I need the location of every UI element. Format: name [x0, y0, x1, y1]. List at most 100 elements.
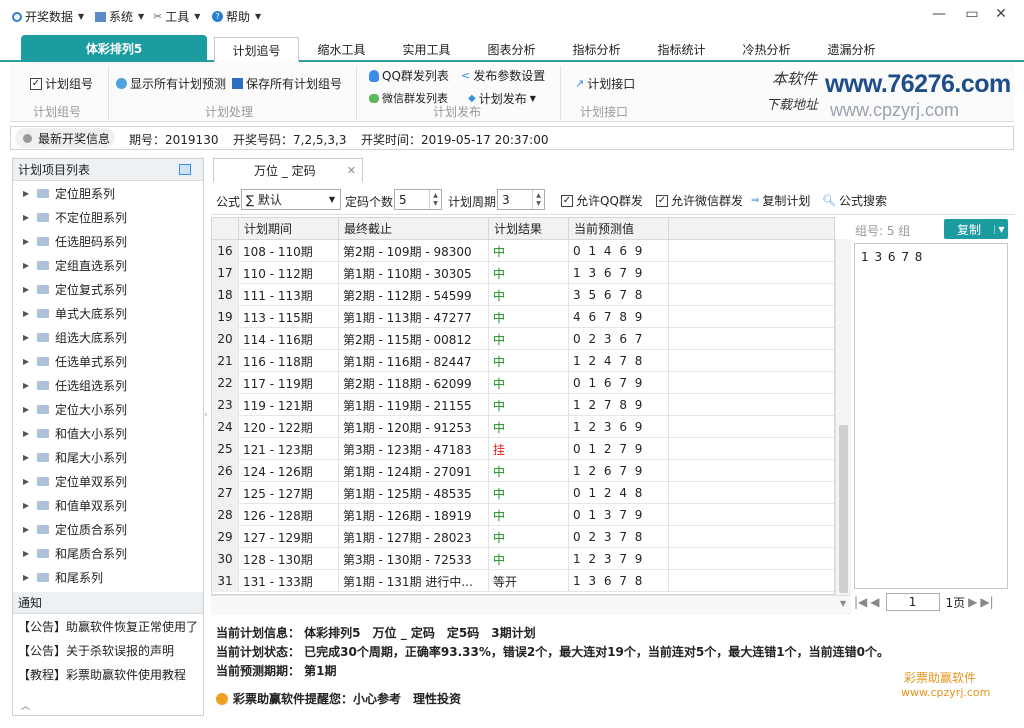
- chevron-right-icon[interactable]: ▶: [23, 357, 31, 366]
- table-header-result[interactable]: 计划结果: [489, 218, 569, 240]
- minimize-button[interactable]: —: [925, 4, 953, 24]
- table-row[interactable]: 20 114 - 116期 第2期 - 115期 - 00812 中 0 2 3 6 7: [212, 328, 834, 350]
- allow-wechat-checkbox[interactable]: ✓ 允许微信群发: [656, 192, 743, 209]
- app-tab[interactable]: 体彩排列5: [21, 35, 207, 62]
- chevron-right-icon[interactable]: ▶: [23, 333, 31, 342]
- prev-page-icon[interactable]: ◀: [870, 595, 879, 609]
- tab-indicator-analysis[interactable]: 指标分析: [554, 37, 639, 62]
- table-row[interactable]: 27 125 - 127期 第1期 - 125期 - 48535 中 0 1 2 4 8: [212, 482, 834, 504]
- chevron-right-icon[interactable]: ▶: [23, 381, 31, 390]
- chevron-down-icon[interactable]: ▼: [994, 224, 1008, 234]
- tree-item[interactable]: ▶ 和值单双系列: [13, 493, 203, 517]
- tree-item[interactable]: ▶ 任选胆码系列: [13, 229, 203, 253]
- show-all-predictions-button[interactable]: 显示所有计划预测: [116, 75, 226, 92]
- table-row[interactable]: 25 121 - 123期 第3期 - 123期 - 47183 挂 0 1 2 7 9: [212, 438, 834, 460]
- table-row[interactable]: 23 119 - 121期 第1期 - 119期 - 21155 中 1 2 7 8 9: [212, 394, 834, 416]
- chevron-right-icon[interactable]: ▶: [23, 213, 31, 222]
- period-stepper[interactable]: 3 ▲ ▼: [497, 189, 545, 210]
- table-header-period[interactable]: 计划期间: [239, 218, 339, 240]
- last-page-icon[interactable]: ▶|: [980, 595, 993, 609]
- collapse-left-icon[interactable]: ‹: [204, 410, 208, 420]
- tree-item[interactable]: ▶ 任选单式系列: [13, 349, 203, 373]
- tree-item[interactable]: ▶ 定组直选系列: [13, 253, 203, 277]
- plan-api-button[interactable]: ↗ 计划接口: [575, 75, 635, 92]
- copy-button[interactable]: 复制 ▼: [944, 219, 1008, 239]
- chevron-right-icon[interactable]: ▶: [23, 501, 31, 510]
- tree-item[interactable]: ▶ 定位胆系列: [13, 181, 203, 205]
- menu-help[interactable]: ? 帮助 ▼: [212, 8, 261, 25]
- table-row[interactable]: 19 113 - 115期 第1期 - 113期 - 47277 中 4 6 7 8 9: [212, 306, 834, 328]
- table-row[interactable]: 18 111 - 113期 第2期 - 112期 - 54599 中 3 5 6 7 8: [212, 284, 834, 306]
- tree-item[interactable]: ▶ 和尾大小系列: [13, 445, 203, 469]
- next-page-icon[interactable]: ▶: [968, 595, 977, 609]
- chevron-right-icon[interactable]: ▶: [23, 525, 31, 534]
- result-textarea[interactable]: 1 3 6 7 8: [854, 243, 1008, 589]
- vertical-scrollbar[interactable]: [835, 239, 851, 595]
- table-row[interactable]: 17 110 - 112期 第1期 - 110期 - 30305 中 1 3 6 7 9: [212, 262, 834, 284]
- table-row[interactable]: 30 128 - 130期 第3期 - 130期 - 72533 中 1 2 3 7 9: [212, 548, 834, 570]
- close-icon[interactable]: ✕: [347, 164, 356, 177]
- tree-item[interactable]: ▶ 定位大小系列: [13, 397, 203, 421]
- table-row[interactable]: 24 120 - 122期 第1期 - 120期 - 91253 中 1 2 3 6 9: [212, 416, 834, 438]
- tree-item[interactable]: ▶ 和尾系列: [13, 565, 203, 589]
- table-row[interactable]: 31 131 - 133期 第1期 - 131期 进行中... 等开 1 3 6 7 8: [212, 570, 834, 592]
- maximize-button[interactable]: ▭: [958, 4, 986, 24]
- chevron-right-icon[interactable]: ▶: [23, 573, 31, 582]
- chevron-right-icon[interactable]: ▶: [23, 309, 31, 318]
- chevron-right-icon[interactable]: ▶: [23, 405, 31, 414]
- formula-select[interactable]: ∑ 默认 ▼: [241, 189, 341, 210]
- chevron-right-icon[interactable]: ▶: [23, 285, 31, 294]
- table-row[interactable]: 29 127 - 129期 第1期 - 127期 - 28023 中 0 2 3 7 8: [212, 526, 834, 548]
- chevron-right-icon[interactable]: ▶: [23, 477, 31, 486]
- restore-window-icon[interactable]: [179, 164, 191, 175]
- chevron-right-icon[interactable]: ▶: [23, 549, 31, 558]
- first-page-icon[interactable]: |◀: [854, 595, 867, 609]
- formula-search-button[interactable]: 🔍︎ 公式搜索: [822, 192, 887, 209]
- chevron-right-icon[interactable]: ▶: [23, 429, 31, 438]
- chevron-right-icon[interactable]: ▶: [23, 453, 31, 462]
- publish-params-button[interactable]: < 发布参数设置: [461, 67, 545, 84]
- menu-lottery-data[interactable]: 开奖数据 ▼: [12, 8, 84, 25]
- tree-item[interactable]: ▶ 单式大底系列: [13, 301, 203, 325]
- stepper-arrows[interactable]: ▲ ▼: [429, 190, 441, 209]
- tab-chart-analysis[interactable]: 图表分析: [469, 37, 554, 62]
- tab-indicator-stats[interactable]: 指标统计: [639, 37, 724, 62]
- notice-item[interactable]: 【公告】助赢软件恢复正常使用了: [13, 614, 203, 638]
- save-all-groups-button[interactable]: 保存所有计划组号: [232, 75, 342, 92]
- scroll-down-icon[interactable]: ▼: [840, 599, 846, 608]
- doc-tab-wanwei[interactable]: 万位 _ 定码 ✕: [213, 158, 363, 182]
- chevron-right-icon[interactable]: ▶: [23, 237, 31, 246]
- table-row[interactable]: 16 108 - 110期 第2期 - 109期 - 98300 中 0 1 4 6 9: [212, 240, 834, 262]
- table-row[interactable]: 21 116 - 118期 第1期 - 116期 - 82447 中 1 2 4 7 8: [212, 350, 834, 372]
- stepper-arrows[interactable]: ▲ ▼: [532, 190, 544, 209]
- tab-omission-analysis[interactable]: 遗漏分析: [809, 37, 894, 62]
- table-row[interactable]: 28 126 - 128期 第1期 - 126期 - 18919 中 0 1 3 7 9: [212, 504, 834, 526]
- tree-item[interactable]: ▶ 组选大底系列: [13, 325, 203, 349]
- copy-plan-button[interactable]: ⇒ 复制计划: [751, 192, 810, 209]
- tab-utility-tools[interactable]: 实用工具: [384, 37, 469, 62]
- notice-item[interactable]: 【教程】彩票助赢软件使用教程: [13, 662, 203, 686]
- menu-system[interactable]: 系统 ▼: [95, 8, 144, 25]
- tab-shrink-tools[interactable]: 缩水工具: [299, 37, 384, 62]
- close-button[interactable]: ✕: [987, 4, 1015, 24]
- plan-group-checkbox[interactable]: ✓ 计划组号: [30, 75, 93, 92]
- horizontal-scrollbar[interactable]: ▼: [211, 595, 851, 615]
- table-row[interactable]: 26 124 - 126期 第1期 - 124期 - 27091 中 1 2 6 7 9: [212, 460, 834, 482]
- tree-item[interactable]: ▶ 和值大小系列: [13, 421, 203, 445]
- table-header-deadline[interactable]: 最终截止: [339, 218, 489, 240]
- notice-item[interactable]: 【公告】关于杀软误报的声明: [13, 638, 203, 662]
- tree-item[interactable]: ▶ 定位单双系列: [13, 469, 203, 493]
- chevron-right-icon[interactable]: ▶: [23, 261, 31, 270]
- chevron-up-icon[interactable]: ︿: [21, 699, 30, 712]
- tree-item[interactable]: ▶ 定位质合系列: [13, 517, 203, 541]
- page-input[interactable]: 1: [885, 593, 940, 611]
- count-stepper[interactable]: 5 ▲ ▼: [394, 189, 442, 210]
- chevron-right-icon[interactable]: ▶: [23, 189, 31, 198]
- scroll-thumb[interactable]: [839, 425, 848, 593]
- tree-item[interactable]: ▶ 和尾质合系列: [13, 541, 203, 565]
- table-header-prediction[interactable]: 当前预测值: [569, 218, 669, 240]
- tab-plan-tracking[interactable]: 计划追号: [214, 37, 299, 63]
- tree-item[interactable]: ▶ 不定位胆系列: [13, 205, 203, 229]
- allow-qq-checkbox[interactable]: ✓ 允许QQ群发: [561, 192, 643, 209]
- menu-tools[interactable]: ✂ 工具 ▼: [153, 8, 200, 25]
